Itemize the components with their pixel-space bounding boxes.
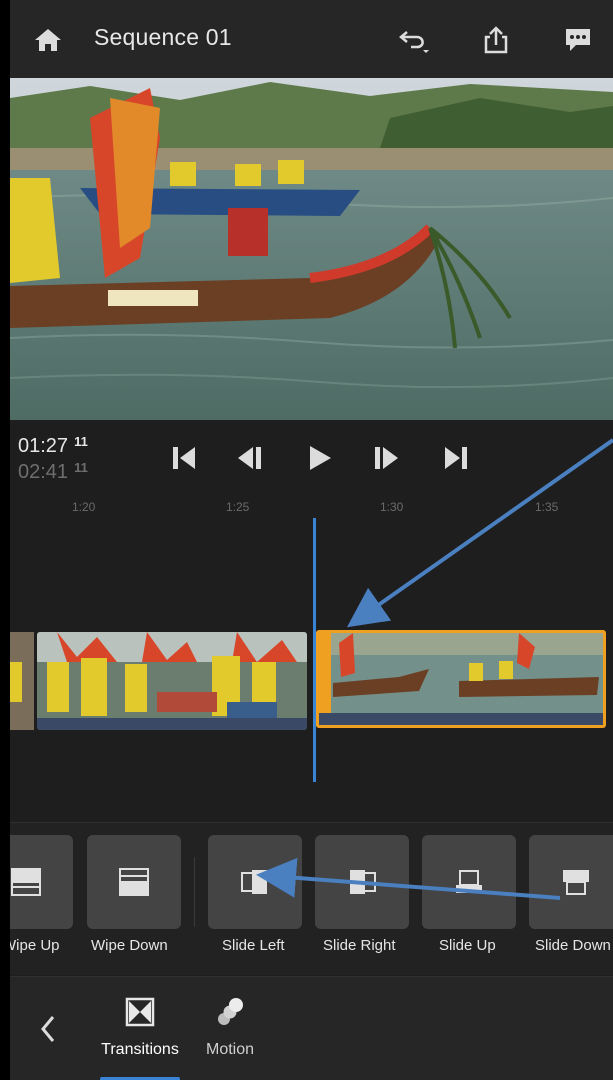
video-clip[interactable] [10,632,34,730]
transition-wipe-down[interactable] [87,835,181,929]
undo-icon[interactable] [394,22,434,58]
wipe-up-icon [11,868,41,896]
current-frame: 11 [74,434,88,449]
transitions-tray: Wipe Up Wipe Down Slide Left Slide Right… [10,822,613,975]
go-to-end-icon[interactable] [438,442,474,474]
total-frame: 11 [74,460,88,475]
selected-video-clip[interactable] [316,630,606,728]
slide-up-icon [456,870,482,893]
tab-label: Transitions [101,1041,179,1058]
wipe-down-icon [119,868,149,896]
video-clip[interactable] [37,632,307,730]
bottom-navigation: Transitions Motion [10,976,613,1080]
ruler-tick: 1:35 [535,500,559,514]
clip-thumbnail [37,632,307,730]
current-timecode: 01:27 11 [18,434,88,458]
transition-slide-left[interactable] [208,835,302,929]
transition-label: Slide Down [535,937,611,954]
app-window: Sequence 01 01:27 11 02:41 11 1:20 1:25 … [10,0,613,1080]
slide-left-icon [241,870,267,894]
ruler-tick: 1:25 [226,500,250,514]
transition-slide-up[interactable] [422,835,516,929]
transition-label: Slide Right [323,937,396,954]
total-timecode: 02:41 11 [18,460,88,484]
back-button[interactable] [28,977,68,1080]
step-back-icon[interactable] [232,442,268,474]
transition-label: Wipe Down [91,937,168,954]
transition-label: Slide Left [222,937,285,954]
clip-thumbnail [319,633,603,725]
transitions-icon [125,997,155,1027]
step-forward-icon[interactable] [368,442,404,474]
total-time: 02:41 [18,461,69,483]
playhead[interactable] [313,518,316,782]
feedback-icon[interactable] [558,22,598,58]
slide-down-icon [563,870,589,895]
video-preview[interactable] [10,78,613,420]
transition-label: Slide Up [439,937,496,954]
transition-slide-down[interactable] [529,835,613,929]
transition-wipe-up[interactable] [10,835,73,929]
slide-right-icon [350,870,376,894]
play-icon[interactable] [302,442,338,474]
go-to-start-icon[interactable] [166,442,202,474]
share-icon[interactable] [476,22,516,58]
transport-controls: 01:27 11 02:41 11 [10,420,613,500]
top-bar: Sequence 01 [10,0,613,78]
tab-label: Motion [205,1041,255,1058]
transition-label: Wipe Up [10,937,60,954]
current-time: 01:27 [18,435,69,457]
transition-slide-right[interactable] [315,835,409,929]
timeline-track[interactable] [10,520,613,810]
tab-transitions[interactable]: Transitions [98,977,182,1080]
home-icon[interactable] [28,22,68,58]
ruler-tick: 1:30 [380,500,404,514]
tray-divider [194,857,195,927]
sequence-title: Sequence 01 [94,24,232,50]
video-frame [10,78,613,420]
chevron-left-icon [41,1016,55,1042]
tab-motion[interactable]: Motion [196,977,264,1080]
motion-icon [218,998,243,1025]
ruler-tick: 1:20 [72,500,96,514]
